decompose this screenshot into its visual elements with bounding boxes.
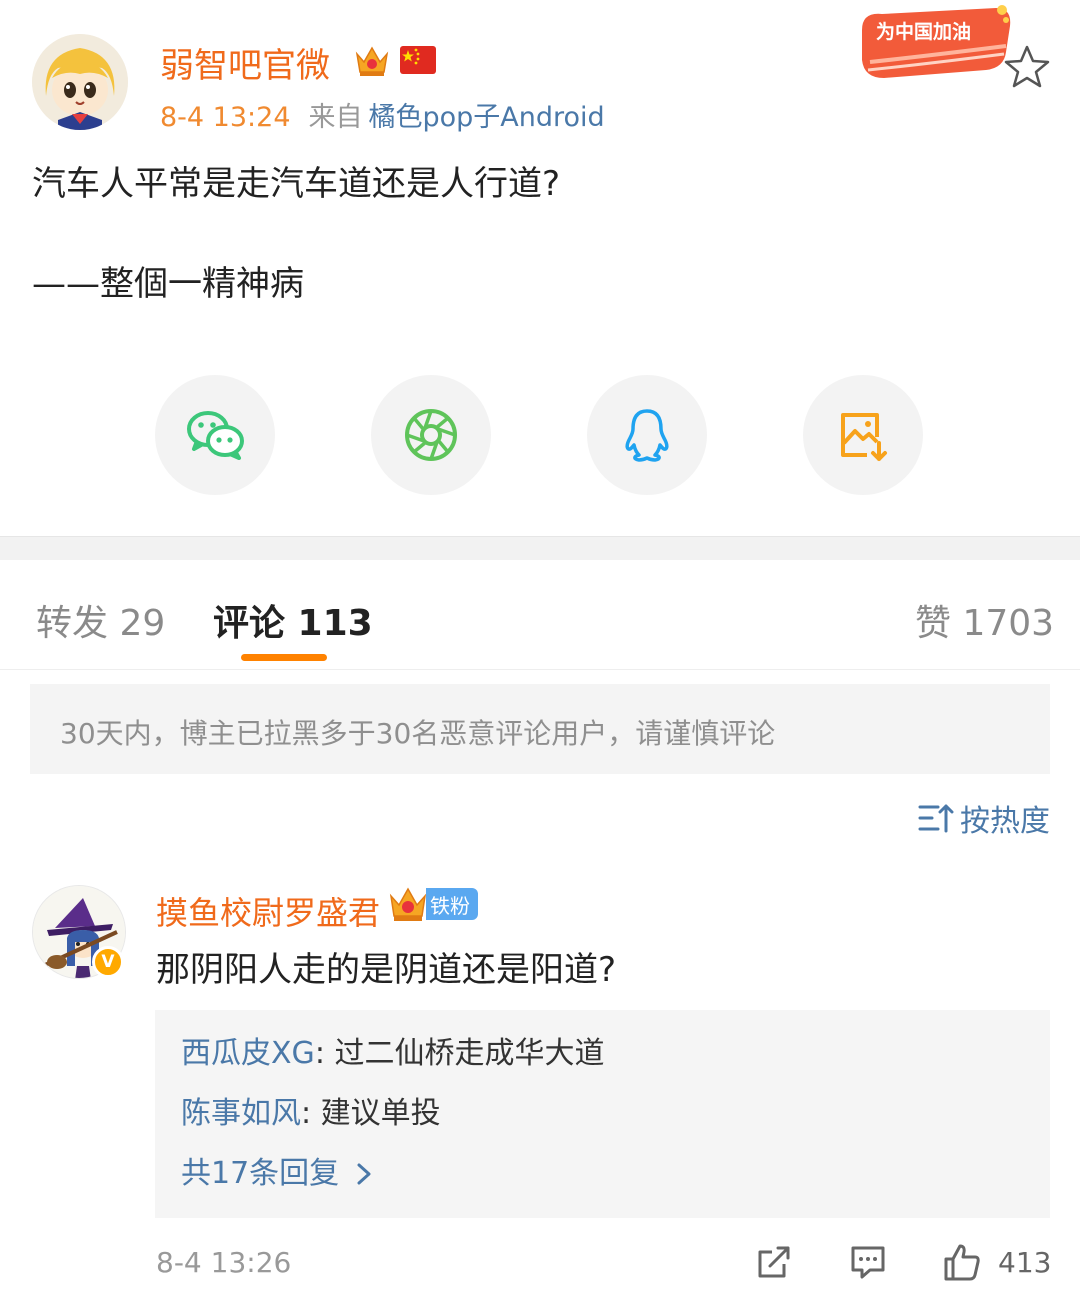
share-row bbox=[0, 375, 1080, 495]
comment-notice: 30天内，博主已拉黑多于30名恶意评论用户，请谨慎评论 bbox=[30, 684, 1050, 774]
post-line-2: ——整個一精神病 bbox=[32, 264, 304, 304]
sort-label: 按热度 bbox=[960, 804, 1050, 839]
promo-badge[interactable]: 为中国加油 bbox=[856, 0, 1014, 82]
promo-badge-text: 为中国加油 bbox=[876, 20, 971, 43]
repost-comment-button[interactable] bbox=[754, 1242, 794, 1282]
sort-by-hot-button[interactable]: 按热度 bbox=[918, 798, 1050, 839]
comment-item: V 摸鱼校尉罗盛君 铁粉 那阴阳人走的是阴道还是阳道? 西瓜皮XG: 过二仙桥走… bbox=[0, 880, 1080, 1299]
replies-box[interactable]: 西瓜皮XG: 过二仙桥走成华大道 陈事如风: 建议单投 共17条回复 bbox=[155, 1010, 1050, 1218]
verified-badge: V bbox=[92, 946, 124, 978]
reply-item[interactable]: 西瓜皮XG: 过二仙桥走成华大道 bbox=[181, 1032, 1050, 1092]
tab-repost[interactable]: 转发 29 bbox=[36, 594, 165, 646]
china-flag-icon bbox=[400, 46, 436, 74]
fan-crown-icon bbox=[389, 887, 427, 921]
author-name[interactable]: 弱智吧官微 bbox=[160, 38, 330, 87]
post-time: 8-4 13:24 bbox=[160, 102, 291, 133]
more-replies-link[interactable]: 共17条回复 bbox=[181, 1152, 1050, 1196]
reply-item[interactable]: 陈事如风: 建议单投 bbox=[181, 1092, 1050, 1152]
post-header: 弱智吧官微 8-4 13:24 来自 橘色pop子Android 为中国加油 bbox=[0, 0, 1080, 140]
reply-text: : 建议单投 bbox=[301, 1096, 441, 1131]
author-avatar[interactable] bbox=[32, 34, 128, 130]
save-image-button[interactable] bbox=[803, 375, 923, 495]
reply-comment-button[interactable] bbox=[848, 1242, 888, 1282]
more-replies-label: 共17条回复 bbox=[181, 1156, 340, 1191]
post-source[interactable]: 橘色pop子Android bbox=[369, 102, 605, 133]
post-meta: 8-4 13:24 来自 橘色pop子Android bbox=[160, 95, 605, 134]
save-image-icon bbox=[841, 413, 887, 461]
active-tab-indicator bbox=[241, 654, 327, 661]
from-label: 来自 bbox=[308, 102, 363, 133]
section-divider bbox=[0, 536, 1080, 560]
sort-icon bbox=[918, 804, 954, 833]
commenter-name[interactable]: 摸鱼校尉罗盛君 bbox=[156, 888, 380, 934]
reply-author[interactable]: 西瓜皮XG bbox=[181, 1036, 315, 1071]
tab-likes[interactable]: 赞 1703 bbox=[915, 594, 1054, 646]
comment-time: 8-4 13:26 bbox=[156, 1246, 292, 1279]
reply-author[interactable]: 陈事如风 bbox=[181, 1096, 301, 1131]
post-line-1: 汽车人平常是走汽车道还是人行道? bbox=[32, 164, 561, 204]
like-count: 413 bbox=[998, 1246, 1052, 1279]
chevron-right-icon bbox=[357, 1163, 371, 1185]
moments-icon bbox=[405, 409, 457, 461]
wechat-icon bbox=[187, 411, 244, 460]
crown-icon bbox=[355, 46, 389, 76]
like-comment-button[interactable] bbox=[942, 1242, 982, 1282]
share-wechat-button[interactable] bbox=[155, 375, 275, 495]
comment-text: 那阴阳人走的是阴道还是阳道? bbox=[156, 950, 617, 990]
fan-tag: 铁粉 bbox=[426, 888, 478, 920]
share-qq-button[interactable] bbox=[587, 375, 707, 495]
thumbs-up-icon bbox=[944, 1244, 980, 1281]
interaction-tabs: 转发 29 评论 113 赞 1703 bbox=[0, 560, 1080, 670]
share-out-icon bbox=[758, 1246, 790, 1278]
comment-icon bbox=[851, 1246, 885, 1279]
post-content: 汽车人平常是走汽车道还是人行道? ——整個一精神病 bbox=[32, 160, 1042, 308]
share-moments-button[interactable] bbox=[371, 375, 491, 495]
favorite-star-icon[interactable] bbox=[1004, 44, 1050, 88]
qq-icon bbox=[625, 409, 669, 462]
reply-text: : 过二仙桥走成华大道 bbox=[314, 1036, 605, 1071]
tab-comments[interactable]: 评论 113 bbox=[213, 594, 373, 646]
